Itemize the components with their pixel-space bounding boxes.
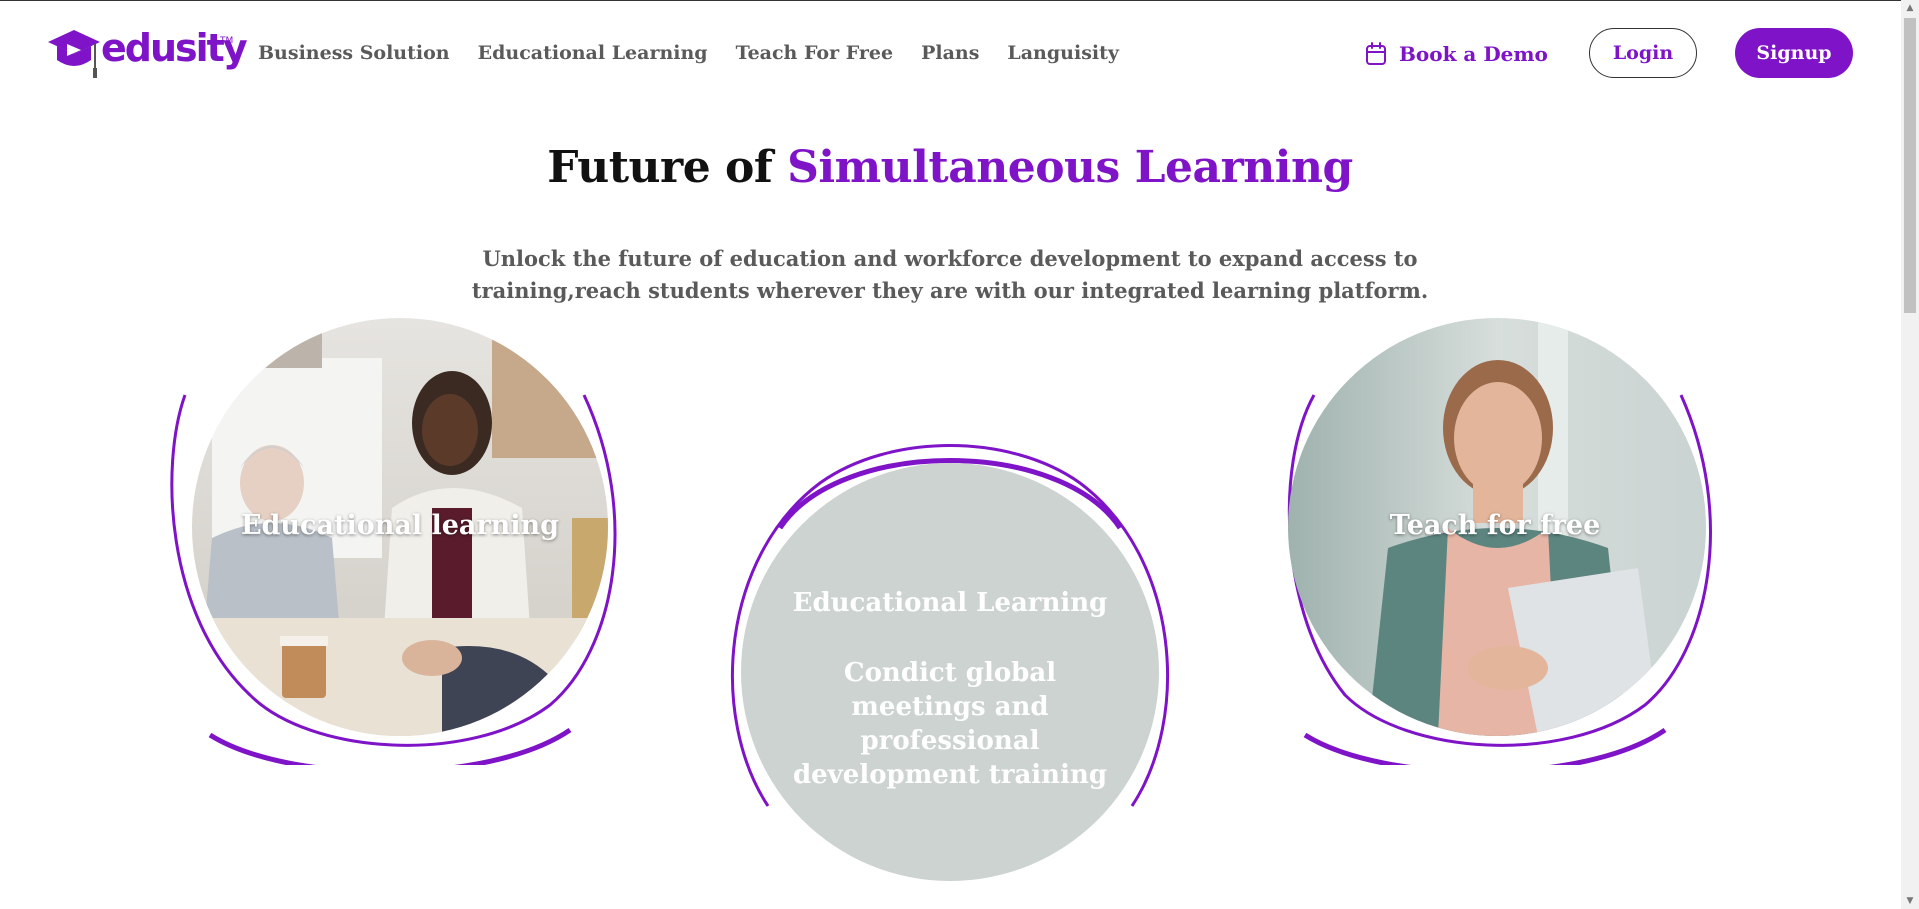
scroll-thumb[interactable] — [1904, 18, 1916, 313]
vertical-scrollbar[interactable]: ▲ ▼ — [1901, 0, 1919, 909]
scroll-down-arrow-icon[interactable]: ▼ — [1901, 893, 1919, 909]
nav-languisity[interactable]: Languisity — [1007, 42, 1119, 64]
hero-title: Future of Simultaneous Learning — [0, 142, 1900, 193]
hero-title-prefix: Future of — [547, 142, 788, 193]
book-demo-label: Book a Demo — [1399, 42, 1548, 66]
brand-name: edusity — [101, 26, 248, 70]
card-label-teach-for-free: Teach for free — [1389, 510, 1601, 541]
calendar-icon — [1366, 42, 1386, 65]
card-teach-for-free[interactable]: Teach for free — [1265, 315, 1725, 765]
book-demo-link[interactable]: Book a Demo — [1365, 42, 1548, 66]
hero-title-accent: Simultaneous Learning — [787, 142, 1353, 193]
nav-business-solution[interactable]: Business Solution — [258, 42, 450, 64]
login-button[interactable]: Login — [1589, 28, 1697, 78]
card-educational-learning[interactable]: Educational learning — [170, 315, 630, 765]
card-educational-learning-detail[interactable]: Educational Learning Condict global meet… — [720, 438, 1180, 888]
center-card-description: Condict global meetings and professional… — [792, 658, 1108, 790]
nav-educational-learning[interactable]: Educational Learning — [478, 42, 708, 64]
card-label-educational-learning: Educational learning — [240, 510, 560, 541]
main-nav: Business Solution Educational Learning T… — [258, 42, 1147, 64]
center-card-title: Educational Learning — [792, 588, 1108, 618]
nav-plans[interactable]: Plans — [921, 42, 979, 64]
brand-trademark: TM — [220, 36, 234, 46]
hero-subtitle: Unlock the future of education and workf… — [471, 246, 1429, 303]
signup-button[interactable]: Signup — [1735, 28, 1853, 78]
scroll-up-arrow-icon[interactable]: ▲ — [1901, 0, 1919, 16]
nav-teach-for-free[interactable]: Teach For Free — [736, 42, 893, 64]
edusity-logo[interactable]: edusity TM — [45, 26, 248, 78]
graduation-cap-icon — [48, 30, 100, 78]
window-top-border — [0, 0, 1919, 1]
